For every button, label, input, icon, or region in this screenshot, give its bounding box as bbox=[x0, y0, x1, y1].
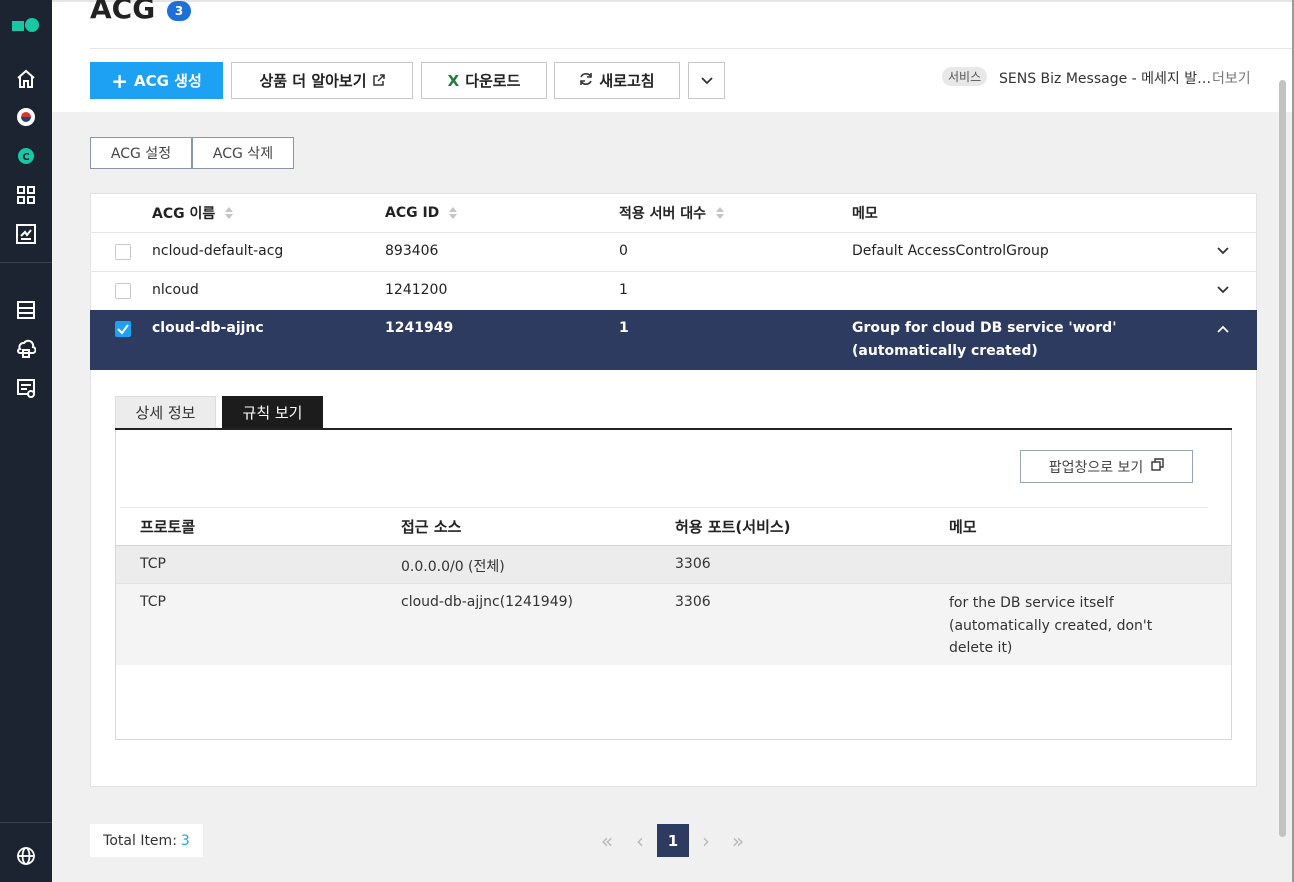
row-servers: 1 bbox=[619, 320, 629, 336]
rule-protocol: TCP bbox=[140, 556, 166, 572]
header-top-border bbox=[52, 0, 1294, 2]
create-acg-button[interactable]: + ACG 생성 bbox=[90, 62, 223, 99]
column-servers-label: 적용 서버 대수 bbox=[619, 206, 707, 222]
service-notice-text[interactable]: SENS Biz Message - 메세지 발송 가능 국가 추가 bbox=[999, 68, 1212, 88]
server-icon[interactable] bbox=[14, 298, 38, 322]
row-id: 1241200 bbox=[385, 282, 448, 298]
table-row[interactable]: nlcoud 1241200 1 bbox=[90, 271, 1257, 310]
rule-column-port: 허용 포트(서비스) bbox=[675, 518, 791, 536]
row-servers: 1 bbox=[619, 282, 628, 298]
sidebar: C bbox=[0, 0, 52, 882]
table-row-selected[interactable]: cloud-db-ajjnc 1241949 1 Group for cloud… bbox=[90, 310, 1257, 370]
cloud-db-icon[interactable] bbox=[14, 337, 38, 361]
service-tag: 서비스 bbox=[942, 67, 988, 86]
row-memo: Group for cloud DB service 'word' (autom… bbox=[852, 320, 1117, 359]
column-header-memo: 메모 bbox=[852, 193, 878, 233]
sort-icon bbox=[449, 207, 458, 219]
column-header-id[interactable]: ACG ID bbox=[385, 193, 458, 233]
last-page-icon[interactable]: » bbox=[727, 825, 749, 857]
popup-view-button[interactable]: 팝업창으로 보기 bbox=[1020, 450, 1193, 483]
count-badge: 3 bbox=[167, 1, 191, 21]
create-acg-label: ACG 생성 bbox=[134, 72, 202, 90]
dashboard-icon[interactable] bbox=[14, 222, 38, 246]
acg-delete-button[interactable]: ACG 삭제 bbox=[192, 137, 294, 169]
plus-icon: + bbox=[111, 68, 128, 93]
sidebar-divider bbox=[0, 262, 52, 263]
row-servers: 0 bbox=[619, 243, 628, 259]
column-id-label: ACG ID bbox=[385, 205, 440, 221]
sort-icon bbox=[225, 207, 234, 219]
vertical-scrollbar[interactable] bbox=[1279, 80, 1286, 837]
refresh-label: 새로고침 bbox=[599, 72, 655, 90]
excel-icon: X bbox=[447, 71, 460, 90]
row-checkbox[interactable] bbox=[115, 244, 131, 260]
chevron-down-icon bbox=[700, 72, 714, 90]
home-icon[interactable] bbox=[14, 67, 38, 91]
sort-icon bbox=[716, 207, 725, 219]
row-checkbox[interactable] bbox=[115, 321, 131, 337]
table-row[interactable]: ncloud-default-acg 893406 0 Default Acce… bbox=[90, 232, 1257, 271]
rule-source: 0.0.0.0/0 (전체) bbox=[401, 559, 505, 575]
download-button[interactable]: X 다운로드 bbox=[421, 62, 547, 99]
refresh-icon bbox=[579, 72, 593, 90]
korea-flag-icon[interactable] bbox=[14, 105, 38, 129]
learn-more-button[interactable]: 상품 더 알아보기 bbox=[231, 62, 413, 99]
next-page-icon[interactable]: › bbox=[696, 825, 716, 857]
column-name-label: ACG 이름 bbox=[152, 206, 216, 222]
column-memo-label: 메모 bbox=[852, 206, 878, 222]
learn-more-label: 상품 더 알아보기 bbox=[259, 72, 367, 90]
rule-column-memo: 메모 bbox=[949, 518, 977, 536]
rule-column-source: 접근 소스 bbox=[401, 518, 462, 536]
rule-source: cloud-db-ajjnc(1241949) bbox=[401, 594, 573, 610]
grid-icon[interactable] bbox=[14, 183, 38, 207]
sidebar-divider-bottom bbox=[0, 822, 52, 823]
new-window-icon bbox=[1151, 458, 1165, 475]
total-value: 3 bbox=[180, 832, 190, 849]
chevron-down-icon[interactable] bbox=[1216, 283, 1230, 297]
page-title: ACG bbox=[90, 0, 156, 25]
current-page-button[interactable]: 1 bbox=[657, 824, 689, 857]
rule-port: 3306 bbox=[675, 556, 711, 572]
rules-header-top-border bbox=[120, 507, 1208, 508]
more-options-button[interactable] bbox=[688, 62, 725, 99]
row-name: ncloud-default-acg bbox=[152, 243, 284, 259]
rule-port: 3306 bbox=[675, 594, 711, 610]
rule-row: TCP cloud-db-ajjnc(1241949) 3306 for the… bbox=[116, 583, 1231, 665]
globe-icon[interactable] bbox=[14, 844, 38, 868]
c-circle-icon[interactable]: C bbox=[14, 144, 38, 168]
row-checkbox[interactable] bbox=[115, 283, 131, 299]
row-id: 893406 bbox=[385, 243, 439, 259]
total-items: Total Item: 3 bbox=[90, 824, 203, 857]
row-name: nlcoud bbox=[152, 282, 199, 298]
header-separator bbox=[90, 48, 1294, 49]
acg-settings-button[interactable]: ACG 설정 bbox=[90, 137, 192, 169]
tab-rules[interactable]: 규칙 보기 bbox=[222, 396, 323, 428]
first-page-icon[interactable]: « bbox=[596, 825, 618, 857]
download-label: 다운로드 bbox=[465, 72, 521, 90]
popup-view-label: 팝업창으로 보기 bbox=[1048, 459, 1144, 476]
brand-logo[interactable] bbox=[12, 18, 42, 34]
rule-memo: for the DB service itself (automatically… bbox=[949, 595, 1153, 656]
column-header-servers[interactable]: 적용 서버 대수 bbox=[619, 193, 725, 233]
tab-details[interactable]: 상세 정보 bbox=[115, 396, 216, 428]
svg-text:C: C bbox=[22, 152, 29, 163]
row-name: cloud-db-ajjnc bbox=[152, 320, 264, 336]
refresh-button[interactable]: 새로고침 bbox=[554, 62, 680, 99]
external-link-icon bbox=[372, 72, 385, 90]
service-more-link[interactable]: 더보기 bbox=[1212, 68, 1251, 88]
row-memo: Default AccessControlGroup bbox=[852, 243, 1049, 259]
rule-row: TCP 0.0.0.0/0 (전체) 3306 bbox=[116, 545, 1231, 583]
total-label: Total Item: bbox=[103, 832, 177, 849]
row-id: 1241949 bbox=[385, 320, 454, 336]
rule-column-protocol: 프로토콜 bbox=[140, 518, 196, 536]
column-header-name[interactable]: ACG 이름 bbox=[152, 193, 234, 233]
chevron-down-icon[interactable] bbox=[1216, 244, 1230, 258]
chevron-up-icon[interactable] bbox=[1216, 322, 1230, 336]
prev-page-icon[interactable]: ‹ bbox=[630, 825, 650, 857]
monitor-icon[interactable] bbox=[14, 376, 38, 400]
rule-protocol: TCP bbox=[140, 594, 166, 610]
